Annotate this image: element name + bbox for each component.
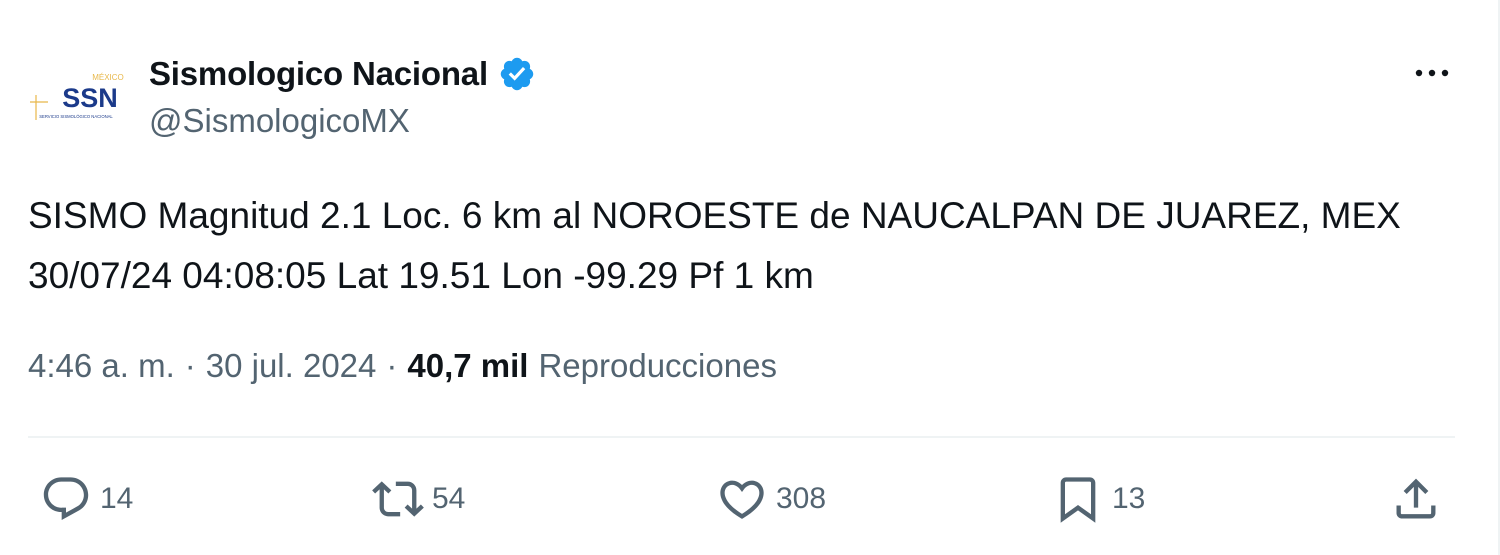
tweet-meta: 4:46 a. m. · 30 jul. 2024 · 40,7 mil Rep… <box>28 347 777 385</box>
retweet-button[interactable]: 54 <box>372 470 465 528</box>
tweet-time[interactable]: 4:46 a. m. <box>28 347 175 385</box>
author-block: Sismologico Nacional @SismologicoMX <box>149 50 536 140</box>
name-row: Sismologico Nacional <box>149 50 536 98</box>
divider <box>28 436 1455 438</box>
retweet-count: 54 <box>432 482 466 515</box>
reply-button[interactable]: 14 <box>40 470 133 528</box>
retweet-icon <box>372 481 424 517</box>
avatar[interactable]: MÉXICO SSN SERVICIO SISMOLÓGICO NACIONAL <box>28 62 128 132</box>
more-horizontal-icon <box>1415 69 1449 77</box>
reply-count: 14 <box>100 482 134 515</box>
bookmark-count: 13 <box>1112 482 1146 515</box>
tweet-card: MÉXICO SSN SERVICIO SISMOLÓGICO NACIONAL… <box>0 0 1500 555</box>
logo-main-text: SSN <box>62 83 118 113</box>
like-count: 308 <box>776 482 827 515</box>
meta-separator: · <box>184 347 196 384</box>
logo-sub-text: SERVICIO SISMOLÓGICO NACIONAL <box>39 114 113 119</box>
like-button[interactable]: 308 <box>716 470 826 528</box>
tweet-date[interactable]: 30 jul. 2024 <box>206 347 377 385</box>
tweet-text: SISMO Magnitud 2.1 Loc. 6 km al NOROESTE… <box>28 195 1401 296</box>
share-icon <box>1396 478 1436 519</box>
bookmark-icon <box>1060 477 1096 523</box>
display-name[interactable]: Sismologico Nacional <box>149 55 488 93</box>
more-button[interactable] <box>1408 58 1456 88</box>
logo-top-text: MÉXICO <box>92 73 124 82</box>
bookmark-button[interactable]: 13 <box>1052 470 1145 528</box>
meta-separator: · <box>386 347 398 384</box>
handle[interactable]: @SismologicoMX <box>149 102 536 140</box>
views-count[interactable]: 40,7 mil <box>407 347 528 385</box>
heart-icon <box>720 480 764 519</box>
views-label[interactable]: Reproducciones <box>538 347 776 385</box>
verified-badge-icon[interactable] <box>498 55 536 93</box>
reply-icon <box>43 477 89 521</box>
share-button[interactable] <box>1390 470 1442 528</box>
